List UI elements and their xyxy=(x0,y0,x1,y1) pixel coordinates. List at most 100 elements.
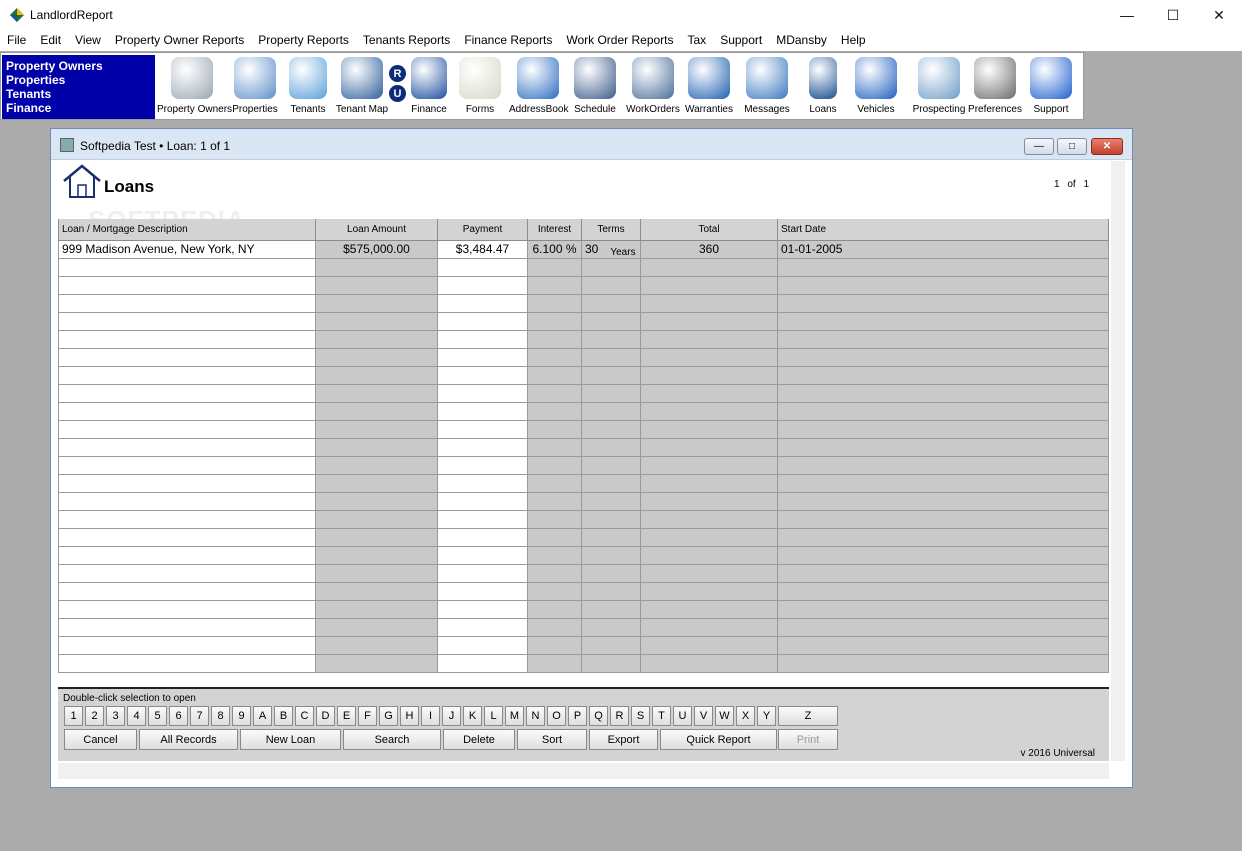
tool-finance[interactable]: Finance xyxy=(409,55,449,119)
side-nav-property-owners[interactable]: Property Owners xyxy=(6,59,155,73)
column-header-loan-mortgage-description[interactable]: Loan / Mortgage Description xyxy=(58,219,316,241)
table-cell[interactable] xyxy=(58,293,316,313)
column-header-start-date[interactable]: Start Date xyxy=(777,219,1109,241)
table-cell[interactable] xyxy=(58,365,316,385)
table-row[interactable] xyxy=(58,581,1109,601)
table-cell[interactable] xyxy=(437,365,528,385)
table-cell[interactable] xyxy=(777,617,1109,637)
table-cell[interactable] xyxy=(437,491,528,511)
table-cell[interactable] xyxy=(58,311,316,331)
table-row[interactable] xyxy=(58,455,1109,475)
table-row[interactable] xyxy=(58,275,1109,295)
table-cell[interactable] xyxy=(581,257,641,277)
table-cell[interactable] xyxy=(437,581,528,601)
tool-vehicles[interactable]: Vehicles xyxy=(853,55,899,119)
key-p[interactable]: P xyxy=(568,706,587,726)
column-header-total[interactable]: Total xyxy=(640,219,778,241)
table-cell[interactable] xyxy=(640,437,778,457)
table-cell[interactable] xyxy=(58,419,316,439)
key-w[interactable]: W xyxy=(715,706,734,726)
table-cell[interactable] xyxy=(527,401,582,421)
table-cell[interactable] xyxy=(527,311,582,331)
table-cell[interactable] xyxy=(581,509,641,529)
menu-edit[interactable]: Edit xyxy=(33,30,68,51)
table-cell[interactable]: 01-01-2005 xyxy=(777,239,1109,259)
key-m[interactable]: M xyxy=(505,706,524,726)
table-cell[interactable]: 6.100 % xyxy=(527,239,582,259)
table-cell[interactable] xyxy=(315,527,438,547)
table-cell[interactable] xyxy=(58,437,316,457)
window-minimize-button[interactable]: — xyxy=(1024,138,1054,155)
tool-property-owners[interactable]: Property Owners xyxy=(157,55,232,119)
key-1[interactable]: 1 xyxy=(64,706,83,726)
table-cell[interactable] xyxy=(777,257,1109,277)
table-cell[interactable] xyxy=(437,653,528,673)
menu-mdansby[interactable]: MDansby xyxy=(769,30,834,51)
table-cell[interactable] xyxy=(527,527,582,547)
key-t[interactable]: T xyxy=(652,706,671,726)
table-cell[interactable] xyxy=(777,527,1109,547)
key-c[interactable]: C xyxy=(295,706,314,726)
table-cell[interactable] xyxy=(527,383,582,403)
side-nav-finance[interactable]: Finance xyxy=(6,101,155,115)
table-cell[interactable] xyxy=(58,491,316,511)
table-row[interactable] xyxy=(58,491,1109,511)
minimize-button[interactable]: — xyxy=(1104,0,1150,30)
table-cell[interactable] xyxy=(315,545,438,565)
table-cell[interactable] xyxy=(640,653,778,673)
table-row[interactable] xyxy=(58,257,1109,277)
table-cell[interactable] xyxy=(527,365,582,385)
tool-prospecting[interactable]: Prospecting xyxy=(911,55,967,119)
key-j[interactable]: J xyxy=(442,706,461,726)
table-cell[interactable] xyxy=(315,311,438,331)
column-header-interest[interactable]: Interest xyxy=(527,219,582,241)
table-cell[interactable] xyxy=(640,419,778,439)
delete-button[interactable]: Delete xyxy=(443,729,515,750)
table-cell[interactable] xyxy=(640,509,778,529)
key-h[interactable]: H xyxy=(400,706,419,726)
table-row[interactable] xyxy=(58,329,1109,349)
key-3[interactable]: 3 xyxy=(106,706,125,726)
table-cell[interactable] xyxy=(581,347,641,367)
table-cell[interactable] xyxy=(315,653,438,673)
table-cell[interactable] xyxy=(437,311,528,331)
table-cell[interactable] xyxy=(437,635,528,655)
table-cell[interactable] xyxy=(581,455,641,475)
search-button[interactable]: Search xyxy=(343,729,441,750)
table-cell[interactable] xyxy=(527,329,582,349)
table-cell[interactable] xyxy=(437,347,528,367)
table-cell[interactable] xyxy=(315,491,438,511)
table-cell[interactable] xyxy=(777,491,1109,511)
table-cell[interactable] xyxy=(640,365,778,385)
table-row[interactable] xyxy=(58,347,1109,367)
table-cell[interactable] xyxy=(581,365,641,385)
window-restore-button[interactable]: □ xyxy=(1057,138,1087,155)
table-cell[interactable] xyxy=(640,455,778,475)
key-n[interactable]: N xyxy=(526,706,545,726)
table-cell[interactable] xyxy=(315,347,438,367)
table-cell[interactable] xyxy=(58,275,316,295)
table-cell[interactable] xyxy=(640,473,778,493)
table-cell[interactable] xyxy=(315,383,438,403)
key-2[interactable]: 2 xyxy=(85,706,104,726)
table-cell[interactable] xyxy=(527,293,582,313)
table-cell[interactable] xyxy=(58,329,316,349)
table-cell[interactable] xyxy=(315,401,438,421)
tool-messages[interactable]: Messages xyxy=(739,55,795,119)
table-cell[interactable] xyxy=(527,545,582,565)
tool-preferences[interactable]: Preferences xyxy=(967,55,1023,119)
table-cell[interactable] xyxy=(58,617,316,637)
table-cell[interactable] xyxy=(581,419,641,439)
table-cell[interactable] xyxy=(581,635,641,655)
table-row[interactable] xyxy=(58,527,1109,547)
table-cell[interactable] xyxy=(640,293,778,313)
menu-work-order-reports[interactable]: Work Order Reports xyxy=(559,30,680,51)
side-nav-tenants[interactable]: Tenants xyxy=(6,87,155,101)
key-i[interactable]: I xyxy=(421,706,440,726)
key-a[interactable]: A xyxy=(253,706,272,726)
table-cell[interactable] xyxy=(527,347,582,367)
table-cell[interactable] xyxy=(581,311,641,331)
tool-support[interactable]: Support xyxy=(1025,55,1077,119)
table-cell[interactable] xyxy=(58,509,316,529)
table-cell[interactable] xyxy=(777,455,1109,475)
